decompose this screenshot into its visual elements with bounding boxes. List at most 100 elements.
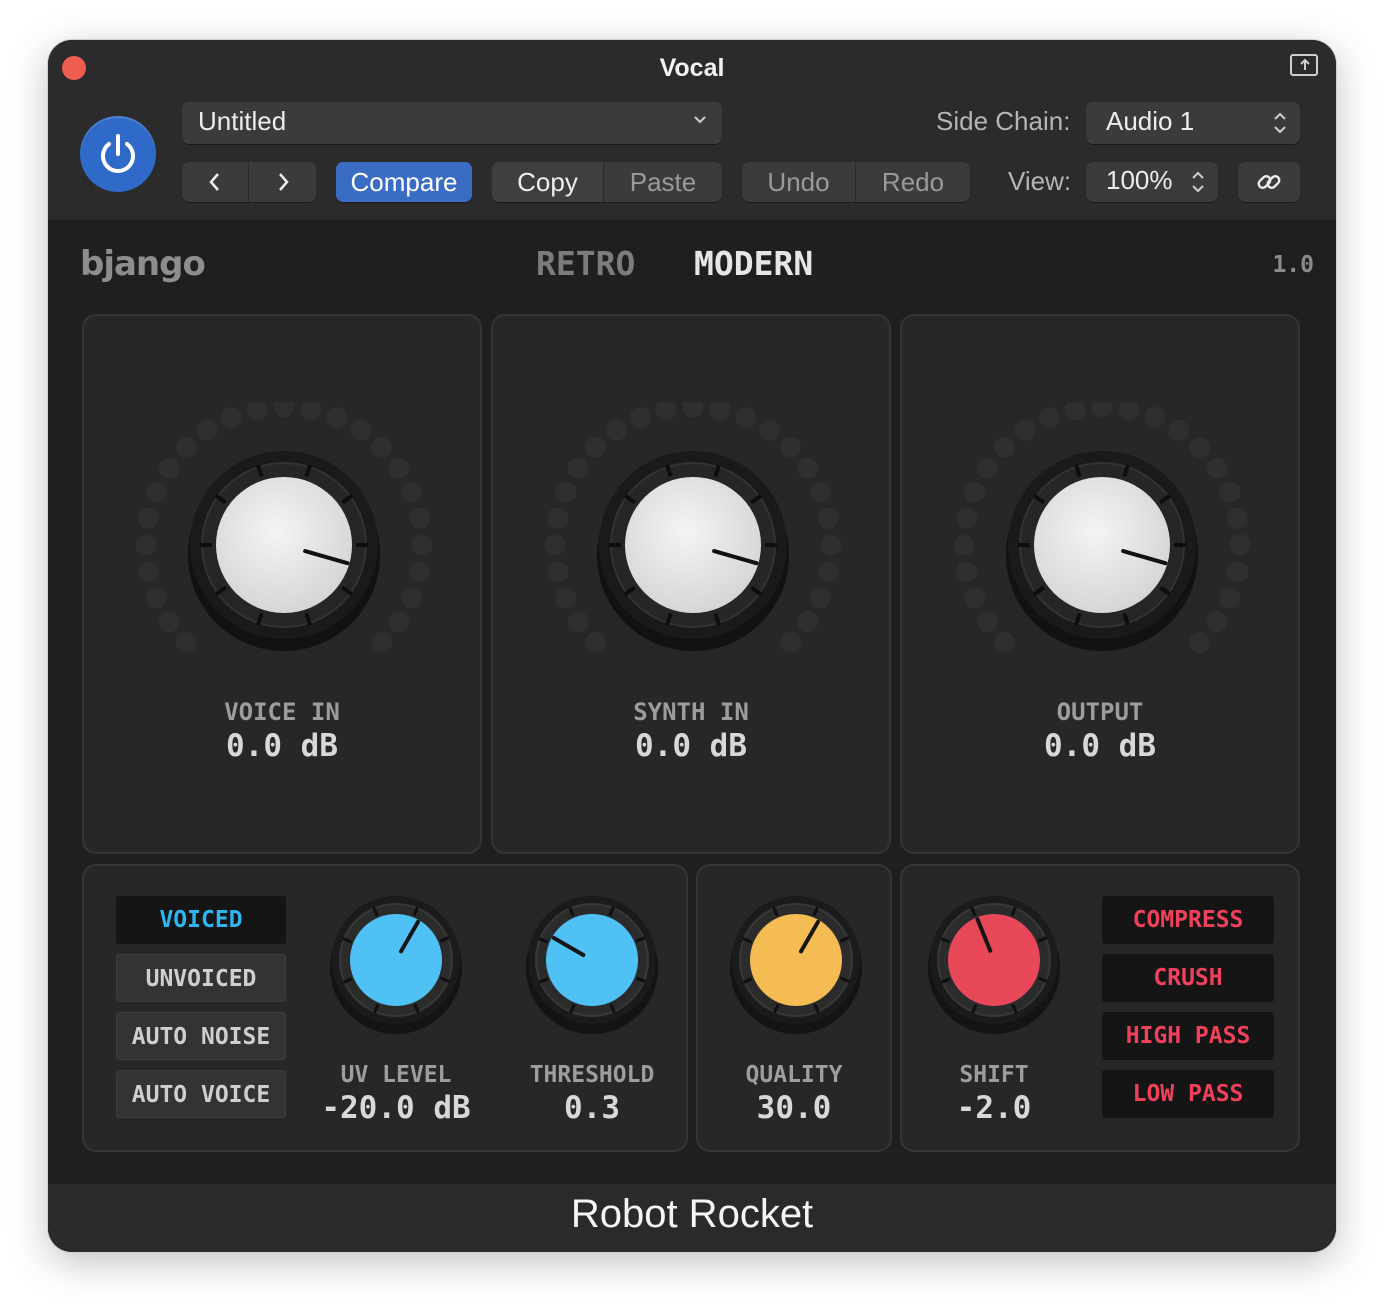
link-button[interactable] [1238, 162, 1300, 202]
synth-in-knob[interactable] [541, 402, 845, 672]
prev-preset-button[interactable] [182, 162, 248, 202]
host-header: Vocal Untitled Side Chain: Audio 1 Compa… [48, 40, 1336, 220]
led-dot [138, 507, 160, 529]
mode-retro-tab[interactable]: RETRO [536, 244, 635, 283]
share-icon[interactable] [1290, 54, 1318, 76]
threshold-value: 0.3 [564, 1090, 620, 1126]
plugin-ui: bjango RETRO MODERN 1.0 VOICE IN 0.0 dB … [48, 220, 1336, 1184]
knob-cap [1034, 477, 1170, 613]
led-dot [146, 587, 168, 609]
quality-knob[interactable] [726, 894, 866, 1034]
next-preset-button[interactable] [249, 162, 316, 202]
led-dot [196, 419, 218, 441]
shift-value: -2.0 [956, 1090, 1032, 1126]
view-label: View: [1008, 166, 1072, 196]
undo-redo-group: Undo Redo [742, 162, 970, 202]
low-pass-button[interactable]: LOW PASS [1102, 1070, 1274, 1118]
led-dot [138, 561, 160, 583]
led-dot [682, 402, 704, 418]
view-select[interactable]: 100% [1086, 162, 1218, 202]
led-dot [780, 632, 802, 654]
side-chain-label: Side Chain: [936, 106, 1071, 136]
voiced-button[interactable]: VOICED [116, 896, 286, 944]
led-dot [956, 507, 978, 529]
knob-cap [546, 914, 638, 1006]
led-dot [976, 611, 998, 633]
led-dot [993, 632, 1015, 654]
preset-name: Untitled [198, 106, 287, 136]
led-dot [350, 419, 372, 441]
led-dot [1189, 436, 1211, 458]
led-dot [1144, 407, 1166, 429]
redo-button[interactable]: Redo [856, 162, 970, 202]
threshold-label: THRESHOLD [529, 1062, 655, 1088]
led-dot [809, 481, 831, 503]
led-dot [820, 534, 842, 556]
led-dot [567, 611, 589, 633]
undo-button[interactable]: Undo [742, 162, 855, 202]
power-icon [101, 134, 135, 173]
led-dot [1218, 481, 1240, 503]
led-dot [797, 611, 819, 633]
led-dot [246, 402, 268, 421]
led-dot [158, 611, 180, 633]
voice-in-label: VOICE IN [224, 698, 340, 726]
led-dot [300, 402, 322, 421]
auto-voice-button[interactable]: AUTO VOICE [116, 1070, 286, 1118]
updown-chevron-icon [1192, 171, 1204, 193]
compare-button[interactable]: Compare [336, 162, 472, 202]
footer-bar: Robot Rocket [48, 1184, 1336, 1252]
led-dot [1168, 419, 1190, 441]
led-dot [735, 407, 757, 429]
threshold-knob[interactable] [522, 894, 662, 1034]
led-dot [709, 402, 731, 421]
led-dot [655, 402, 677, 421]
copy-button[interactable]: Copy [492, 162, 603, 202]
led-dot [1206, 611, 1228, 633]
led-dot [1226, 507, 1248, 529]
led-dot [547, 507, 569, 529]
plugin-name: Robot Rocket [570, 1192, 814, 1236]
synth-in-panel: SYNTH IN 0.0 dB [491, 314, 891, 854]
knob-cap [216, 477, 352, 613]
mode-modern-tab[interactable]: MODERN [694, 244, 813, 283]
updown-chevron-icon [1274, 112, 1286, 134]
voicing-panel: VOICED UNVOICED AUTO NOISE AUTO VOICE UV… [82, 864, 688, 1152]
led-dot [956, 561, 978, 583]
shift-knob[interactable] [924, 894, 1064, 1034]
led-dot [797, 457, 819, 479]
led-dot [326, 407, 348, 429]
synth-in-label: SYNTH IN [633, 698, 749, 726]
led-dot [555, 587, 577, 609]
output-knob[interactable] [950, 402, 1254, 672]
knob-cap [750, 914, 842, 1006]
unvoiced-button[interactable]: UNVOICED [116, 954, 286, 1002]
knob-cap [625, 477, 761, 613]
led-dot [408, 561, 430, 583]
chevron-left-icon [209, 173, 219, 191]
led-dot [1189, 632, 1211, 654]
high-pass-button[interactable]: HIGH PASS [1102, 1012, 1274, 1060]
led-dot [411, 534, 433, 556]
led-dot [567, 457, 589, 479]
auto-noise-button[interactable]: AUTO NOISE [116, 1012, 286, 1060]
version-label: 1.0 [1272, 252, 1314, 278]
brand-logo: bjango [80, 244, 206, 284]
power-button[interactable] [80, 116, 156, 192]
led-dot [1091, 402, 1113, 418]
uv-level-knob[interactable] [326, 894, 466, 1034]
voice-in-panel: VOICE IN 0.0 dB [82, 314, 482, 854]
led-dot [175, 436, 197, 458]
led-dot [371, 632, 393, 654]
paste-button[interactable]: Paste [604, 162, 722, 202]
voice-in-knob[interactable] [132, 402, 436, 672]
compress-button[interactable]: COMPRESS [1102, 896, 1274, 944]
led-dot [1206, 457, 1228, 479]
side-chain-select[interactable]: Audio 1 [1086, 102, 1300, 144]
crush-button[interactable]: CRUSH [1102, 954, 1274, 1002]
led-dot [388, 611, 410, 633]
led-dot [1064, 402, 1086, 421]
preset-dropdown[interactable]: Untitled [182, 102, 722, 144]
window-title: Vocal [659, 54, 725, 82]
led-dot [146, 481, 168, 503]
